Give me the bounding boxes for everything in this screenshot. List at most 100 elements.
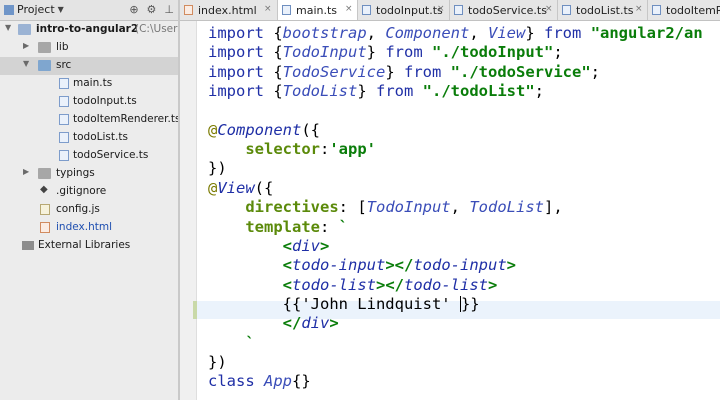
- tree-item-typings[interactable]: ▶ typings: [0, 165, 178, 183]
- tree-item-label: index.html: [56, 221, 112, 233]
- tree-item-label: main.ts: [73, 77, 113, 89]
- code-editor[interactable]: import {bootstrap, Component, View} from…: [197, 21, 720, 400]
- tab-label: todoInput.ts: [376, 4, 443, 17]
- tree-item-label: External Libraries: [38, 239, 131, 251]
- chevron-right-icon[interactable]: ▶: [23, 167, 29, 176]
- code-token: Component: [385, 24, 470, 42]
- tab-label: todoItemR: [666, 4, 720, 17]
- tree-item-label: todoService.ts: [73, 149, 149, 161]
- tree-item-todoservice-ts[interactable]: todoService.ts: [0, 147, 178, 165]
- code-token: div: [301, 314, 330, 333]
- code-line[interactable]: @View({: [208, 178, 273, 198]
- close-icon[interactable]: ×: [264, 4, 272, 14]
- code-token: from: [385, 43, 433, 62]
- code-token: "angular2/an: [590, 24, 703, 42]
- tab-todoitemrenderer-ts[interactable]: todoItemR: [648, 0, 720, 20]
- code-token: }: [357, 82, 376, 101]
- editor-tab-bar: index.html × main.ts × todoInput.ts × to…: [180, 0, 720, 21]
- code-token: {}: [292, 372, 311, 391]
- code-token: ></: [385, 256, 414, 275]
- code-line[interactable]: </div>: [208, 313, 339, 333]
- tab-todoservice-ts[interactable]: todoService.ts ×: [450, 0, 558, 20]
- code-line[interactable]: @Component({: [208, 120, 320, 140]
- code-token: from: [404, 62, 451, 81]
- code-token: ({: [254, 178, 274, 197]
- chevron-down-icon[interactable]: ▼: [23, 59, 29, 68]
- tree-item-label: src: [56, 59, 72, 71]
- code-token: >: [506, 256, 516, 275]
- tab-label: todoService.ts: [468, 4, 547, 17]
- code-line[interactable]: }): [208, 158, 227, 178]
- tree-item-label: todoInput.ts: [73, 95, 137, 107]
- hide-panel-icon[interactable]: ⊥: [164, 3, 174, 16]
- code-line[interactable]: selector:'app': [208, 139, 376, 159]
- chevron-down-icon: ▼: [57, 5, 64, 14]
- tree-item-todolist-ts[interactable]: todoList.ts: [0, 129, 178, 147]
- tab-todoinput-ts[interactable]: todoInput.ts ×: [358, 0, 450, 20]
- code-line[interactable]: }): [208, 352, 227, 372]
- code-token: :: [319, 140, 330, 159]
- code-token: import: [208, 82, 274, 101]
- scroll-from-source-icon[interactable]: ⊕: [129, 3, 138, 16]
- code-line[interactable]: <todo-input></todo-input>: [208, 255, 516, 275]
- project-panel-tools: ⊕ ⚙ ⊥: [129, 3, 174, 16]
- typescript-file-icon: [454, 5, 463, 15]
- code-token: @: [208, 178, 218, 197]
- project-view-selector[interactable]: Project ▼: [4, 3, 64, 16]
- project-panel-title: Project: [17, 3, 55, 16]
- tab-label: todoList.ts: [576, 4, 634, 17]
- project-panel-header: Project ▼ ⊕ ⚙ ⊥: [0, 0, 178, 21]
- code-token: todo-list: [404, 275, 488, 294]
- code-line[interactable]: directives: [TodoInput, TodoList],: [208, 197, 562, 217]
- typescript-file-icon: [59, 114, 69, 125]
- gear-icon[interactable]: ⚙: [147, 3, 157, 16]
- code-line[interactable]: `: [208, 333, 254, 353]
- code-token: todo-list: [292, 275, 376, 294]
- tree-item-external-libraries[interactable]: External Libraries: [0, 237, 178, 255]
- code-line[interactable]: template: `: [208, 217, 348, 237]
- code-line[interactable]: import {bootstrap, Component, View} from…: [208, 23, 703, 43]
- code-token: bootstrap: [282, 24, 367, 42]
- code-line[interactable]: import {TodoInput} from "./todoInput";: [208, 42, 563, 62]
- editor-gutter[interactable]: [180, 21, 197, 400]
- close-icon[interactable]: ×: [437, 4, 445, 14]
- chevron-down-icon[interactable]: ▼: [5, 23, 11, 32]
- tree-item-todoinput-ts[interactable]: todoInput.ts: [0, 93, 178, 111]
- code-token: ({: [301, 120, 321, 139]
- code-token: }): [208, 159, 227, 178]
- tab-label: main.ts: [296, 4, 338, 17]
- code-line[interactable]: class App{}: [208, 371, 311, 391]
- code-token: }}: [460, 294, 480, 313]
- code-token: ;: [553, 43, 563, 62]
- tree-item-index-html[interactable]: index.html: [0, 219, 178, 237]
- code-token: TodoInput: [282, 43, 367, 62]
- close-icon[interactable]: ×: [345, 4, 353, 14]
- tree-item-main-ts[interactable]: main.ts: [0, 75, 178, 93]
- tree-item-src[interactable]: ▼ src: [0, 57, 178, 75]
- code-token: {: [273, 82, 283, 101]
- tree-item-todoitemrenderer-ts[interactable]: todoItemRenderer.ts: [0, 111, 178, 129]
- close-icon[interactable]: ×: [635, 4, 643, 14]
- tab-main-ts[interactable]: main.ts ×: [278, 0, 358, 20]
- tab-index-html[interactable]: index.html ×: [180, 0, 278, 20]
- tree-item-label: todoItemRenderer.ts: [73, 113, 178, 125]
- chevron-right-icon[interactable]: ▶: [23, 41, 29, 50]
- code-line[interactable]: <todo-list></todo-list>: [208, 275, 498, 295]
- tree-item-label: config.js: [56, 203, 100, 215]
- code-token: TodoList: [469, 198, 544, 217]
- close-icon[interactable]: ×: [545, 4, 553, 14]
- code-token: <: [282, 256, 292, 275]
- code-token: {: [273, 62, 283, 81]
- tree-item-gitignore[interactable]: ◆ .gitignore: [0, 183, 178, 201]
- tree-item-root[interactable]: ▼ intro-to-angular2 (C:\Users\: [0, 21, 178, 39]
- html-file-icon: [184, 5, 193, 15]
- code-line[interactable]: <div>: [208, 236, 330, 256]
- tab-todolist-ts[interactable]: todoList.ts ×: [558, 0, 648, 20]
- code-token: View: [488, 24, 526, 42]
- code-line[interactable]: import {TodoList} from "./todoList";: [208, 81, 544, 101]
- code-line[interactable]: import {TodoService} from "./todoService…: [208, 62, 600, 82]
- tree-item-config-js[interactable]: config.js: [0, 201, 178, 219]
- tree-item-lib[interactable]: ▶ lib: [0, 39, 178, 57]
- code-line[interactable]: {{'John Lindquist' }}: [208, 294, 480, 314]
